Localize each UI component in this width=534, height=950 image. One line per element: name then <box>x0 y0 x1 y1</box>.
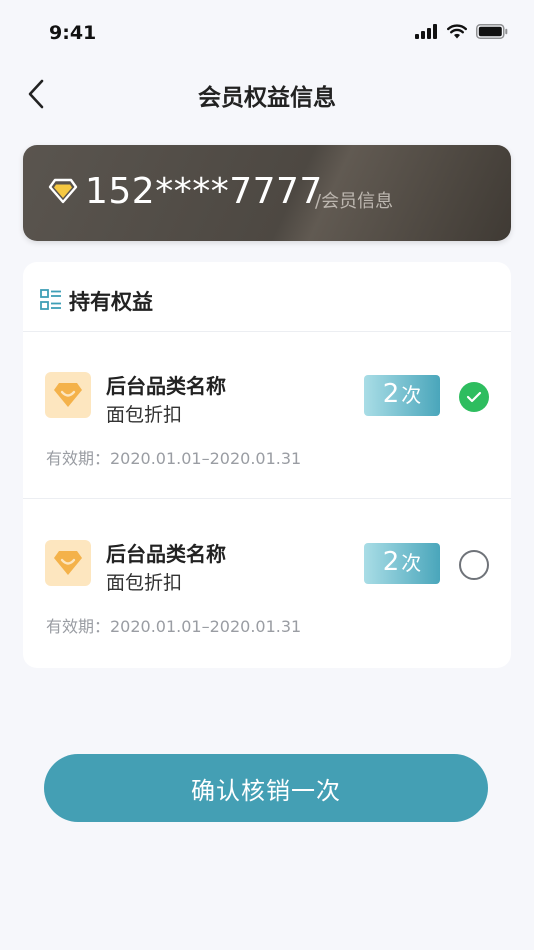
benefit-item[interactable]: 后台品类名称 面包折扣 2 次 有效期：2020.01.01–2020.01.3… <box>23 332 511 499</box>
select-radio[interactable] <box>459 550 489 580</box>
page-title: 会员权益信息 <box>198 85 336 111</box>
status-time: 9:41 <box>49 22 97 44</box>
status-icons <box>415 24 508 39</box>
member-card: 152****7777 /会员信息 <box>23 145 511 241</box>
member-subtitle: /会员信息 <box>315 191 394 212</box>
status-bar: 9:41 <box>0 0 534 60</box>
select-radio[interactable] <box>459 382 489 412</box>
diamond-icon <box>48 178 78 204</box>
confirm-redeem-button[interactable]: 确认核销一次 <box>44 754 488 822</box>
member-phone: 152****7777 <box>85 171 323 212</box>
list-icon <box>40 289 61 310</box>
count-unit: 次 <box>401 383 422 407</box>
battery-icon <box>476 24 508 39</box>
benefit-desc: 面包折扣 <box>106 572 183 594</box>
category-icon <box>45 540 91 586</box>
benefit-name: 后台品类名称 <box>106 374 226 398</box>
benefit-desc: 面包折扣 <box>106 404 183 426</box>
benefit-validity: 有效期：2020.01.01–2020.01.31 <box>46 449 302 468</box>
benefit-validity: 有效期：2020.01.01–2020.01.31 <box>46 617 302 636</box>
count-badge: 2 次 <box>364 375 440 416</box>
benefits-panel: 持有权益 后台品类名称 面包折扣 2 次 有效期：2020.01.01–2020… <box>23 262 511 668</box>
count-badge: 2 次 <box>364 543 440 584</box>
benefit-item[interactable]: 后台品类名称 面包折扣 2 次 有效期：2020.01.01–2020.01.3… <box>23 500 511 666</box>
wifi-icon <box>447 24 467 39</box>
category-icon <box>45 372 91 418</box>
check-icon <box>466 391 482 403</box>
count-number: 2 <box>382 379 400 409</box>
count-unit: 次 <box>401 551 422 575</box>
count-number: 2 <box>382 547 400 577</box>
signal-icon <box>415 24 437 39</box>
nav-bar: 会员权益信息 <box>0 66 534 122</box>
benefit-name: 后台品类名称 <box>106 542 226 566</box>
benefits-panel-header: 持有权益 <box>23 262 511 332</box>
benefits-panel-title: 持有权益 <box>69 290 153 314</box>
